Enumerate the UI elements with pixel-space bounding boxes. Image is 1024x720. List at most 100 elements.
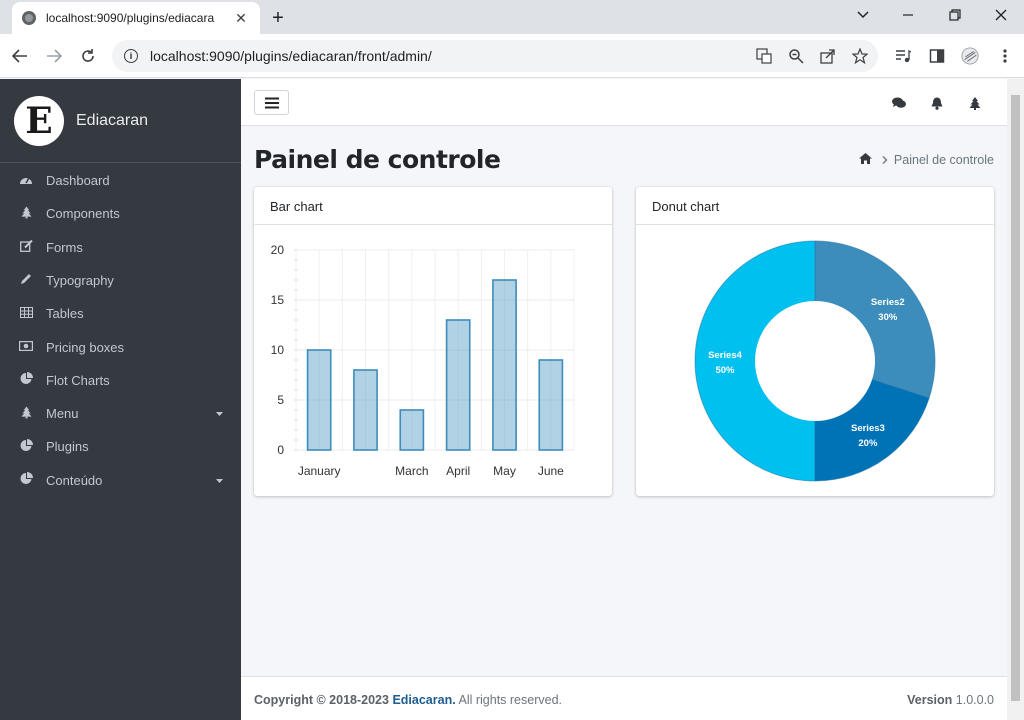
sidebar-item-forms[interactable]: Forms — [0, 231, 241, 264]
browser-tab-bar: localhost:9090/plugins/ediacara ✕ + — [0, 0, 1024, 34]
y-tick-label: 15 — [271, 293, 285, 307]
edit-icon — [18, 239, 34, 255]
address-bar: i localhost:9090/plugins/ediacaran/front… — [0, 34, 1024, 78]
bar-may[interactable] — [492, 279, 517, 451]
sidebar-item-dashboard[interactable]: Dashboard — [0, 164, 241, 197]
sidebar-item-components[interactable]: Components — [0, 197, 241, 230]
forward-icon[interactable] — [42, 44, 66, 68]
bar-chart-title: Bar chart — [254, 187, 612, 225]
version-number: 1.0.0.0 — [955, 693, 994, 707]
pie-chart-icon — [18, 472, 34, 488]
minimize-icon[interactable] — [886, 0, 932, 30]
slice-value-label: 30% — [878, 312, 898, 323]
x-tick-label: May — [493, 464, 516, 478]
y-tick-label: 10 — [271, 343, 285, 357]
side-panel-icon[interactable] — [928, 47, 946, 65]
version-label: Version — [907, 693, 953, 707]
sidebar-item-menu[interactable]: Menu — [0, 397, 241, 430]
x-tick-label: June — [538, 464, 564, 478]
scrollbar-thumb[interactable] — [1011, 95, 1020, 701]
top-navbar — [241, 79, 1007, 126]
x-tick-label: January — [298, 464, 341, 478]
tree-icon[interactable] — [967, 95, 983, 111]
share-icon[interactable] — [819, 47, 837, 65]
footer-copyright: Copyright © 2018-2023 Ediacaran. All rig… — [254, 693, 562, 707]
chevron-down-icon[interactable] — [840, 0, 886, 30]
home-icon[interactable] — [858, 153, 872, 167]
sidebar-item-label: Menu — [46, 406, 79, 422]
donut-chart: Series2 30% Series3 20% Series4 50% — [694, 240, 936, 482]
bar-january[interactable] — [306, 349, 332, 451]
footer: Copyright © 2018-2023 Ediacaran. All rig… — [241, 676, 1007, 720]
brand-name: Ediacaran — [76, 111, 149, 129]
tachometer-icon — [18, 174, 34, 188]
sidebar-item-label: Components — [46, 206, 120, 222]
sidebar-item-typography[interactable]: Typography — [0, 264, 241, 297]
sidebar-item-label: Typography — [46, 272, 114, 288]
table-icon — [18, 306, 34, 321]
sidebar-item-conte-do[interactable]: Conteúdo — [0, 464, 241, 497]
profile-avatar-icon[interactable] — [961, 47, 979, 65]
money-icon — [18, 340, 34, 354]
sidebar-item-label: Conteúdo — [46, 472, 103, 488]
footer-version: Version 1.0.0.0 — [907, 693, 994, 707]
sidebar-item-label: Pricing boxes — [46, 339, 125, 355]
translate-icon[interactable] — [755, 47, 773, 65]
globe-icon — [22, 11, 36, 25]
tab-title: localhost:9090/plugins/ediacara — [46, 11, 215, 25]
sidebar-item-label: Dashboard — [46, 173, 110, 188]
sidebar-item-tables[interactable]: Tables — [0, 297, 241, 330]
zoom-icon[interactable] — [787, 47, 805, 65]
x-tick-label: March — [395, 464, 428, 478]
y-tick-label: 5 — [277, 393, 284, 407]
sidebar-item-plugins[interactable]: Plugins — [0, 430, 241, 463]
sidebar-item-flot-charts[interactable]: Flot Charts — [0, 364, 241, 397]
caret-down-icon — [216, 476, 223, 485]
slice-value-label: 50% — [715, 365, 735, 376]
breadcrumb: Painel de controle — [858, 153, 994, 167]
donut-chart-card: Donut chart Series2 30% Series3 20% Series4 5… — [636, 187, 994, 496]
y-tick-label: 20 — [271, 243, 285, 257]
brand-link[interactable]: E Ediacaran — [0, 79, 241, 163]
close-window-icon[interactable] — [978, 0, 1024, 30]
bar-march[interactable] — [399, 409, 425, 451]
tab-close-icon[interactable]: ✕ — [232, 10, 250, 27]
back-icon[interactable] — [8, 44, 32, 68]
page-title: Painel de controle — [254, 145, 501, 174]
sidebar: E Ediacaran Dashboard Components Forms Typo… — [0, 79, 241, 720]
site-info-icon[interactable]: i — [124, 49, 138, 63]
donut-slice-series4[interactable] — [695, 241, 815, 481]
tree-icon — [18, 206, 34, 222]
bell-icon[interactable] — [929, 95, 945, 111]
bar-chart-card: Bar chart 0 5 10 15 20 January March April May Ju… — [254, 187, 612, 496]
slice-name-label: Series2 — [871, 297, 905, 308]
bar-chart: 0 5 10 15 20 January March April May June — [271, 243, 575, 478]
bookmark-star-icon[interactable] — [851, 47, 869, 65]
donut-slice-series2[interactable] — [815, 241, 935, 399]
page-scrollbar[interactable] — [1007, 79, 1024, 720]
sidebar-item-label: Forms — [46, 239, 83, 255]
rights-text: All rights reserved. — [458, 693, 562, 707]
footer-brand-link[interactable]: Ediacaran. — [392, 693, 455, 707]
restore-icon[interactable] — [932, 0, 978, 30]
browser-tab[interactable]: localhost:9090/plugins/ediacara ✕ — [12, 2, 260, 34]
donut-chart-title: Donut chart — [636, 187, 994, 225]
slice-name-label: Series4 — [708, 350, 743, 361]
new-tab-button[interactable]: + — [264, 5, 292, 31]
browser-menu-icon[interactable] — [996, 47, 1014, 65]
reload-icon[interactable] — [76, 44, 100, 68]
bar-june[interactable] — [538, 359, 564, 451]
bar-february[interactable] — [353, 369, 378, 451]
copyright-text: Copyright © 2018-2023 — [254, 693, 389, 707]
media-control-icon[interactable] — [894, 47, 912, 65]
pencil-icon — [18, 273, 34, 288]
y-tick-label: 0 — [277, 443, 284, 457]
breadcrumb-current: Painel de controle — [893, 153, 994, 167]
caret-down-icon — [216, 409, 223, 418]
menu-toggle-button[interactable] — [254, 90, 289, 115]
bar-april[interactable] — [445, 319, 471, 451]
tree-icon — [18, 406, 34, 422]
sidebar-item-pricing-boxes[interactable]: Pricing boxes — [0, 331, 241, 364]
comments-icon[interactable] — [891, 95, 907, 111]
slice-name-label: Series3 — [851, 423, 885, 434]
